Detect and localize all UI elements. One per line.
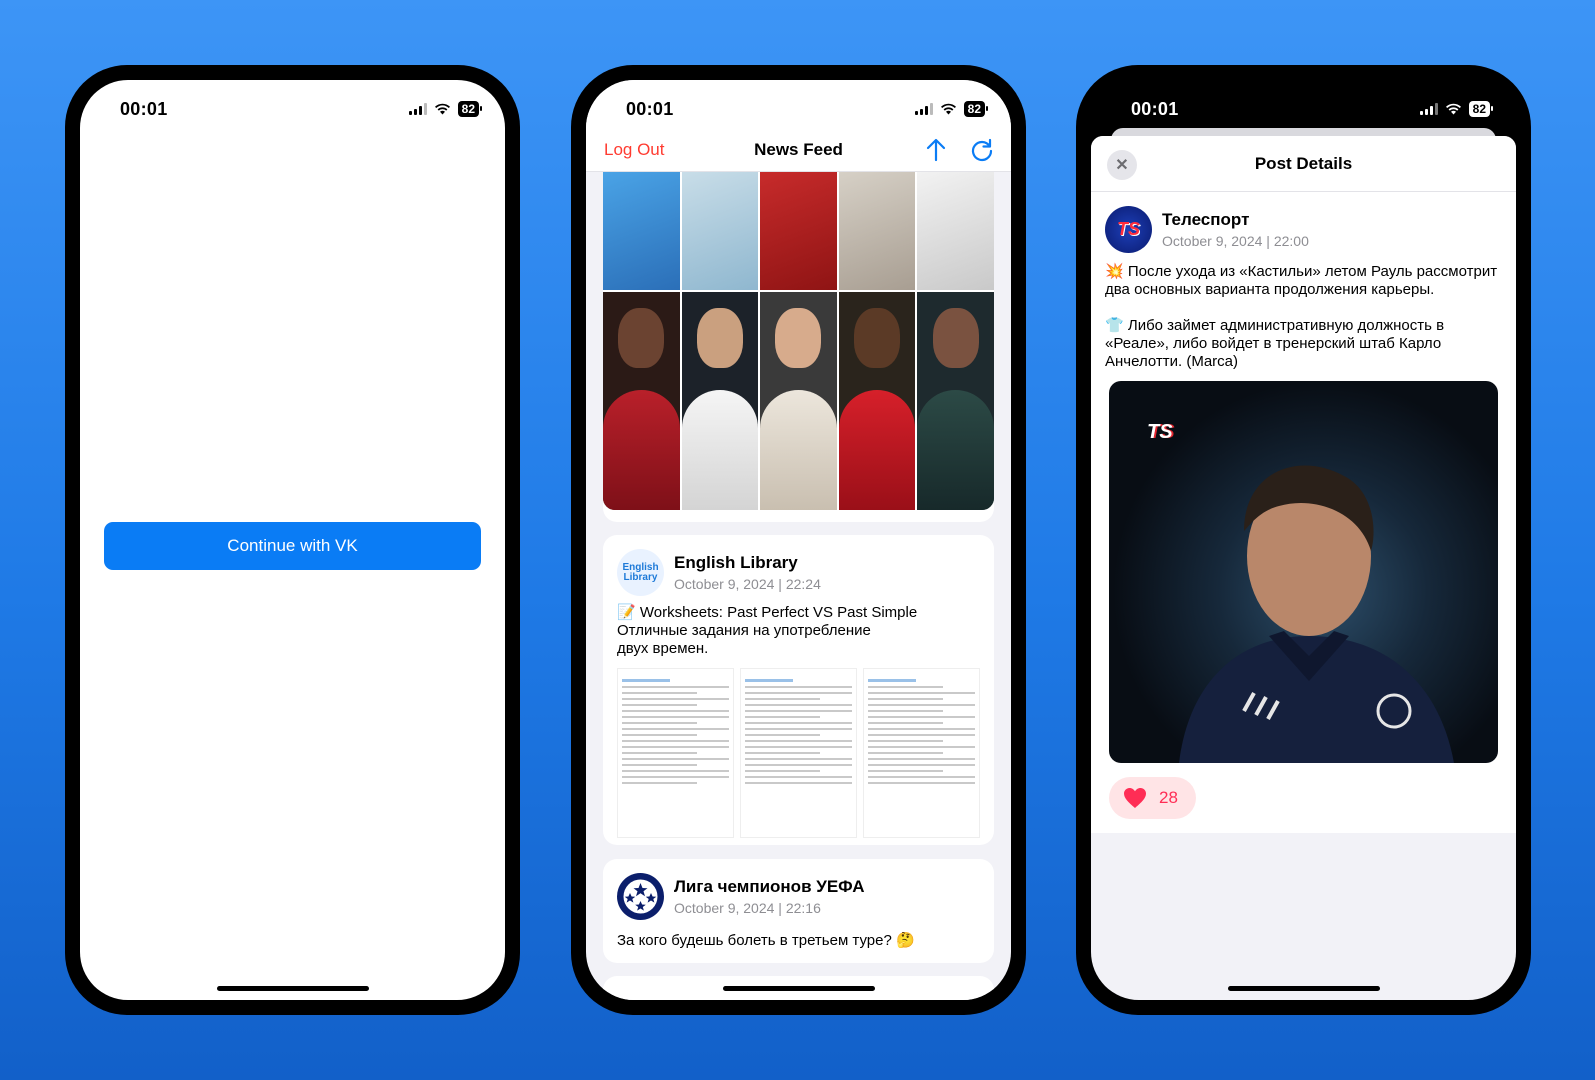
cellular-signal-icon [408, 103, 427, 115]
post-header: English Library English Library October … [603, 535, 994, 596]
worksheet-page [617, 668, 734, 838]
battery-indicator: 82 [963, 101, 989, 117]
player-photo [603, 292, 680, 510]
status-time: 00:01 [626, 98, 674, 119]
jersey-photo [838, 172, 916, 290]
home-indicator [722, 986, 875, 991]
jersey-photo [603, 172, 680, 290]
feed-list[interactable]: English Library English Library October … [586, 162, 1011, 1000]
champions-league-logo-icon [623, 879, 658, 914]
log-out-button[interactable]: Log Out [604, 140, 665, 160]
author-name: Телеспорт [1162, 210, 1250, 229]
post-body: За кого будешь болеть в третьем туре? 🤔 [617, 932, 915, 949]
status-bar: 00:01 82 [586, 80, 1011, 128]
status-icons: 82 [1419, 101, 1494, 117]
feed-post-card[interactable]: English Library English Library October … [603, 535, 994, 845]
player-photo [917, 292, 994, 510]
worksheet-page [740, 668, 857, 838]
post-meta: Телеспорт October 9, 2024 | 22:00 [1162, 210, 1309, 249]
phone-login: 00:01 82 Continue with VK [65, 65, 520, 1015]
post-date: October 9, 2024 | 22:24 [674, 576, 821, 592]
home-indicator [216, 986, 369, 991]
feed-post-card[interactable]: Лига чемпионов УЕФА October 9, 2024 | 22… [603, 859, 994, 963]
post-details-screen: 00:01 82 ✕ Post Details TS Телеспорт Oct… [1091, 80, 1516, 1000]
avatar-logo-text: English Library [622, 561, 659, 583]
post-meta: English Library October 9, 2024 | 22:24 [674, 553, 821, 592]
cellular-signal-icon [914, 103, 933, 115]
close-button[interactable]: ✕ [1107, 150, 1137, 180]
navigation-bar: Log Out News Feed [586, 128, 1011, 172]
post-image[interactable]: TS [1109, 381, 1498, 763]
post-image[interactable] [617, 668, 980, 838]
player-photo [681, 292, 759, 510]
author-avatar: TS [1105, 206, 1152, 253]
post-text: 💥 После ухода из «Кастильи» летом Рауль … [1091, 253, 1516, 371]
post-header: Лига чемпионов УЕФА October 9, 2024 | 22… [603, 859, 994, 920]
battery-indicator: 82 [1468, 101, 1494, 117]
post-image[interactable] [603, 172, 994, 510]
post-date: October 9, 2024 | 22:16 [674, 900, 821, 916]
battery-indicator: 82 [457, 101, 483, 117]
post-details-sheet: ✕ Post Details TS Телеспорт October 9, 2… [1091, 136, 1516, 1000]
wifi-icon [434, 103, 450, 115]
wifi-icon [940, 103, 956, 115]
author-avatar: English Library [617, 549, 664, 596]
avatar-logo-text: TS [1116, 219, 1140, 239]
refresh-icon[interactable] [969, 137, 995, 163]
status-bar: 00:01 82 [80, 80, 505, 128]
home-indicator [1227, 986, 1380, 991]
player-photo [838, 292, 916, 510]
feed-screen: 00:01 82 Log Out News Feed English Libra… [586, 80, 1011, 1000]
like-count: 28 [1159, 788, 1178, 807]
post-body: 💥 После ухода из «Кастильи» летом Рауль … [1105, 263, 1498, 370]
post-text: За кого будешь болеть в третьем туре? 🤔 [603, 920, 994, 950]
heart-icon [1124, 788, 1146, 808]
player-photo [760, 292, 837, 510]
post-detail: TS Телеспорт October 9, 2024 | 22:00 💥 П… [1091, 192, 1516, 833]
post-meta: Лига чемпионов УЕФА October 9, 2024 | 22… [674, 877, 865, 916]
jersey-photo [760, 172, 837, 290]
sheet-header: ✕ Post Details [1091, 136, 1516, 192]
status-time: 00:01 [120, 98, 168, 119]
author-name: Лига чемпионов УЕФА [674, 877, 865, 896]
post-text: 📝 Worksheets: Past Perfect VS Past Simpl… [603, 596, 994, 658]
close-icon: ✕ [1115, 157, 1129, 174]
post-body: 📝 Worksheets: Past Perfect VS Past Simpl… [617, 604, 918, 657]
jersey-photo [681, 172, 759, 290]
author-name: English Library [674, 553, 798, 572]
scroll-to-top-icon[interactable] [923, 137, 949, 163]
status-time: 00:01 [1131, 98, 1179, 119]
post-header: TS Телеспорт October 9, 2024 | 22:00 [1091, 192, 1516, 253]
jersey-photo [917, 172, 994, 290]
like-button[interactable]: 28 [1109, 777, 1196, 819]
author-avatar [617, 873, 664, 920]
phone-feed: 00:01 82 Log Out News Feed English Libra… [571, 65, 1026, 1015]
status-bar: 00:01 82 [1091, 80, 1516, 128]
wifi-icon [1445, 103, 1461, 115]
continue-with-vk-button[interactable]: Continue with VK [104, 522, 481, 570]
phone-post-details: 00:01 82 ✕ Post Details TS Телеспорт Oct… [1076, 65, 1531, 1015]
status-icons: 82 [408, 101, 483, 117]
status-icons: 82 [914, 101, 989, 117]
post-date: October 9, 2024 | 22:00 [1162, 233, 1309, 249]
page-title: Post Details [1254, 153, 1353, 173]
worksheet-page [863, 668, 980, 838]
cellular-signal-icon [1419, 103, 1438, 115]
login-screen: 00:01 82 Continue with VK [80, 80, 505, 1000]
person-photo [1179, 465, 1454, 763]
page-title: News Feed [754, 139, 843, 159]
